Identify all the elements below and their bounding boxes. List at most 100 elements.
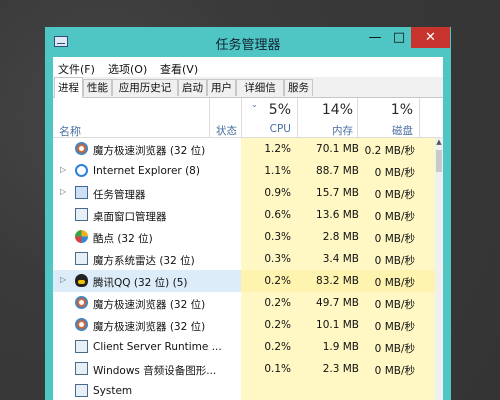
table-row[interactable]: Client Server Runtime ... 0.2% 1.9 MB 0 MB/… — [53, 336, 435, 358]
tab-app-history[interactable]: 应用历史记录 — [112, 79, 178, 111]
menu-options[interactable]: 选项(O) — [108, 61, 147, 77]
memory-percent: 14% — [321, 102, 353, 118]
browser-icon — [75, 296, 88, 309]
disk-value: 0 MB/秒 — [374, 343, 415, 355]
window-icon — [75, 340, 88, 353]
table-row[interactable]: System — [53, 380, 435, 400]
menu-bar: 文件(F) 选项(O) 查看(V) — [53, 57, 443, 77]
cpu-value: 0.2% — [264, 341, 291, 353]
window-icon — [75, 362, 88, 375]
table-row[interactable]: 魔方极速浏览器 (32 位) 0.2% 49.7 MB 0 MB/秒 — [53, 292, 435, 314]
cpu-value: 1.2% — [264, 143, 291, 155]
column-cpu[interactable]: CPU — [253, 123, 291, 135]
task-manager-icon — [75, 186, 88, 199]
menu-file[interactable]: 文件(F) — [58, 61, 95, 77]
table-row[interactable]: ▷ 腾讯QQ (32 位) (5) 0.2% 83.2 MB 0 MB/秒 — [53, 270, 435, 292]
expand-arrow-icon[interactable]: ▷ — [60, 275, 66, 284]
memory-value: 2.8 MB — [322, 231, 359, 243]
column-divider[interactable] — [241, 98, 242, 137]
vertical-scrollbar[interactable]: ▲ — [435, 138, 443, 400]
disk-value: 0 MB/秒 — [374, 211, 415, 223]
column-memory[interactable]: 内存 — [305, 123, 353, 138]
expand-arrow-icon[interactable]: ▷ — [60, 165, 66, 174]
disk-value: 0 MB/秒 — [374, 233, 415, 245]
table-row[interactable]: 魔方极速浏览器 (32 位) 0.2% 10.1 MB 0 MB/秒 — [53, 314, 435, 336]
process-name: 魔方极速浏览器 (32 位) — [93, 299, 206, 311]
memory-value: 88.7 MB — [316, 165, 359, 177]
process-name: 魔方极速浏览器 (32 位) — [93, 321, 206, 333]
memory-value: 10.1 MB — [316, 319, 359, 331]
cpu-value: 0.1% — [264, 363, 291, 375]
close-button[interactable]: ✕ — [411, 27, 450, 48]
minimize-button[interactable]: — — [363, 27, 387, 48]
process-name: Client Server Runtime ... — [93, 341, 222, 353]
table-row[interactable]: 桌面窗口管理器 0.6% 13.6 MB 0 MB/秒 — [53, 204, 435, 226]
cpu-value: 0.2% — [264, 297, 291, 309]
maximize-button[interactable]: □ — [387, 27, 411, 48]
process-name: 桌面窗口管理器 — [93, 211, 167, 223]
column-status[interactable]: 状态 — [216, 123, 237, 138]
browser-icon — [75, 318, 88, 331]
cpu-value: 0.6% — [264, 209, 291, 221]
memory-value: 3.4 MB — [322, 253, 359, 265]
tab-startup[interactable]: 启动 — [178, 79, 207, 96]
column-name[interactable]: 名称 — [59, 123, 81, 139]
table-row[interactable]: ▷ Internet Explorer (8) 1.1% 88.7 MB 0 MB/秒 — [53, 160, 435, 182]
process-name: 任务管理器 — [93, 189, 146, 201]
column-divider[interactable] — [419, 98, 420, 137]
process-name: System — [93, 385, 133, 397]
disk-value: 0 MB/秒 — [374, 277, 415, 289]
memory-value: 49.7 MB — [316, 297, 359, 309]
process-table: 魔方极速浏览器 (32 位) 1.2% 70.1 MB 0.2 MB/秒 ▷ Intern… — [53, 138, 443, 400]
window-icon — [75, 208, 88, 221]
table-row[interactable]: 魔方系统雷达 (32 位) 0.3% 3.4 MB 0 MB/秒 — [53, 248, 435, 270]
process-name: Windows 音频设备图形... — [93, 365, 217, 377]
internet-explorer-icon — [75, 164, 88, 177]
title-bar[interactable]: 任务管理器 — □ ✕ — [45, 27, 451, 57]
process-name: 酷点 (32 位) — [93, 233, 153, 245]
client-area: 文件(F) 选项(O) 查看(V) 进程 性能 应用历史记录 启动 用户 详细信… — [53, 57, 443, 400]
process-name: 魔方系统雷达 (32 位) — [93, 255, 195, 267]
column-divider[interactable] — [357, 98, 358, 137]
memory-value: 15.7 MB — [316, 187, 359, 199]
cpu-value: 0.2% — [264, 319, 291, 331]
menu-view[interactable]: 查看(V) — [160, 61, 198, 77]
disk-value: 0 MB/秒 — [374, 365, 415, 377]
disk-value: 0 MB/秒 — [374, 321, 415, 333]
disk-value: 0 MB/秒 — [374, 189, 415, 201]
scroll-up-icon[interactable]: ▲ — [435, 138, 443, 148]
memory-value: 83.2 MB — [316, 275, 359, 287]
column-divider[interactable] — [209, 98, 210, 137]
browser-icon — [75, 142, 88, 155]
kudian-icon — [75, 230, 88, 243]
expand-arrow-icon[interactable]: ▷ — [60, 187, 66, 196]
radar-icon — [75, 252, 88, 265]
tab-processes[interactable]: 进程 — [54, 77, 83, 98]
qq-icon — [75, 274, 88, 287]
tab-users[interactable]: 用户 — [207, 79, 236, 96]
tab-performance[interactable]: 性能 — [83, 79, 112, 96]
tab-bar: 进程 性能 应用历史记录 启动 用户 详细信息 服务 — [53, 77, 443, 111]
cpu-value: 0.3% — [264, 253, 291, 265]
table-row[interactable]: ▷ 任务管理器 0.9% 15.7 MB 0 MB/秒 — [53, 182, 435, 204]
cpu-value: 0.2% — [264, 275, 291, 287]
cpu-percent: 5% — [268, 102, 291, 118]
memory-value: 70.1 MB — [316, 143, 359, 155]
process-name: Internet Explorer (8) — [93, 165, 200, 177]
table-row[interactable]: 酷点 (32 位) 0.3% 2.8 MB 0 MB/秒 — [53, 226, 435, 248]
task-manager-window: 任务管理器 — □ ✕ 文件(F) 选项(O) 查看(V) 进程 性能 应用历史… — [45, 27, 451, 400]
column-divider[interactable] — [297, 98, 298, 137]
table-row[interactable]: Windows 音频设备图形... 0.1% 2.3 MB 0 MB/秒 — [53, 358, 435, 380]
window-icon — [75, 384, 88, 397]
cpu-value: 0.3% — [264, 231, 291, 243]
scroll-thumb[interactable] — [436, 150, 442, 172]
disk-percent: 1% — [390, 102, 413, 118]
table-row[interactable]: 魔方极速浏览器 (32 位) 1.2% 70.1 MB 0.2 MB/秒 — [53, 138, 435, 160]
process-name: 魔方极速浏览器 (32 位) — [93, 145, 206, 157]
disk-value: 0.2 MB/秒 — [364, 145, 415, 157]
tab-services[interactable]: 服务 — [284, 79, 313, 96]
column-disk[interactable]: 磁盘 — [363, 123, 413, 138]
cpu-value: 0.9% — [264, 187, 291, 199]
tab-details[interactable]: 详细信息 — [236, 79, 284, 111]
process-name: 腾讯QQ (32 位) (5) — [93, 277, 188, 289]
